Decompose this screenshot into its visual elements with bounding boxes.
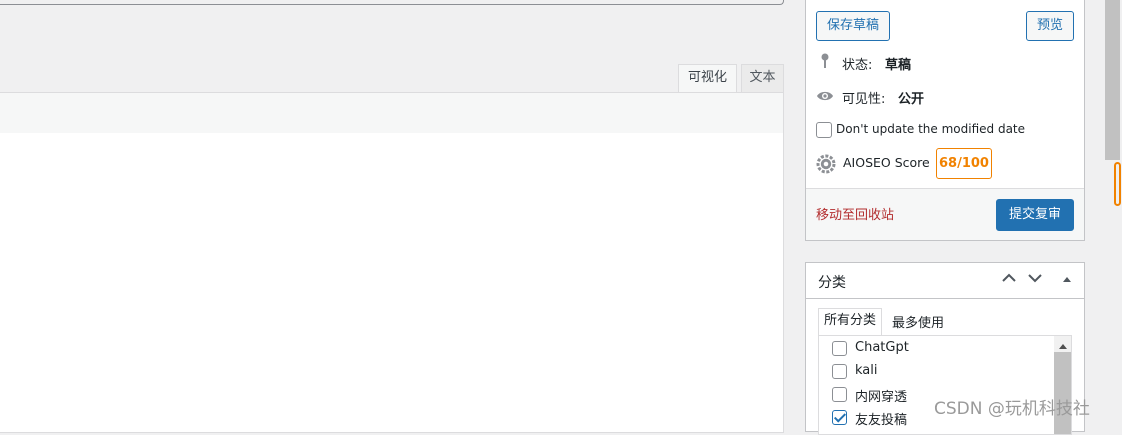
category-label: kali xyxy=(855,363,878,378)
tab-text[interactable]: 文本 xyxy=(741,64,784,93)
category-box-title: 分类 xyxy=(818,275,846,291)
move-to-trash-link[interactable]: 移动至回收站 xyxy=(816,204,894,223)
category-list-scroll-thumb[interactable] xyxy=(1054,352,1071,434)
visibility-label: 可见性: xyxy=(842,92,886,107)
tab-most-used[interactable]: 最多使用 xyxy=(892,312,944,331)
tab-visual[interactable]: 可视化 xyxy=(678,64,737,93)
eye-icon xyxy=(816,89,834,103)
move-up-icon[interactable] xyxy=(998,268,1020,290)
category-label: 友友投稿 xyxy=(855,413,908,428)
category-checkbox[interactable] xyxy=(832,387,847,402)
aioseo-gear-icon xyxy=(816,154,836,174)
category-checkbox-checked[interactable] xyxy=(832,410,847,425)
preview-button[interactable]: 预览 xyxy=(1026,11,1074,41)
status-label: 状态: xyxy=(842,58,873,73)
category-label: ChatGpt xyxy=(855,340,909,355)
status-value: 草稿 xyxy=(885,58,912,73)
page-scroll-thumb[interactable] xyxy=(1105,0,1120,160)
aioseo-score-label: AIOSEO Score xyxy=(843,155,930,170)
post-title-input[interactable] xyxy=(0,0,784,5)
category-header-divider xyxy=(806,298,1084,299)
category-checkbox[interactable] xyxy=(832,364,847,379)
tab-all-categories[interactable]: 所有分类 xyxy=(818,308,882,336)
editor-toolbar xyxy=(0,92,784,134)
watermark: CSDN @玩机科技社 xyxy=(934,399,1090,419)
editor-content-area[interactable] xyxy=(0,133,784,433)
pin-icon xyxy=(818,52,832,70)
move-down-icon[interactable] xyxy=(1024,268,1046,290)
category-checkbox[interactable] xyxy=(832,341,847,356)
scroll-up-arrow-icon[interactable] xyxy=(1058,339,1068,349)
visibility-value: 公开 xyxy=(898,92,925,107)
submit-for-review-button[interactable]: 提交复审 xyxy=(996,199,1074,231)
dont-update-modified-checkbox[interactable] xyxy=(816,122,832,138)
dont-update-modified-label: Don't update the modified date xyxy=(836,122,1026,136)
scroll-position-marker xyxy=(1114,162,1121,206)
save-draft-button[interactable]: 保存草稿 xyxy=(816,11,890,41)
collapse-toggle-icon[interactable] xyxy=(1056,268,1078,290)
aioseo-score-badge[interactable]: 68/100 xyxy=(936,148,992,179)
category-label: 内网穿透 xyxy=(855,390,908,405)
